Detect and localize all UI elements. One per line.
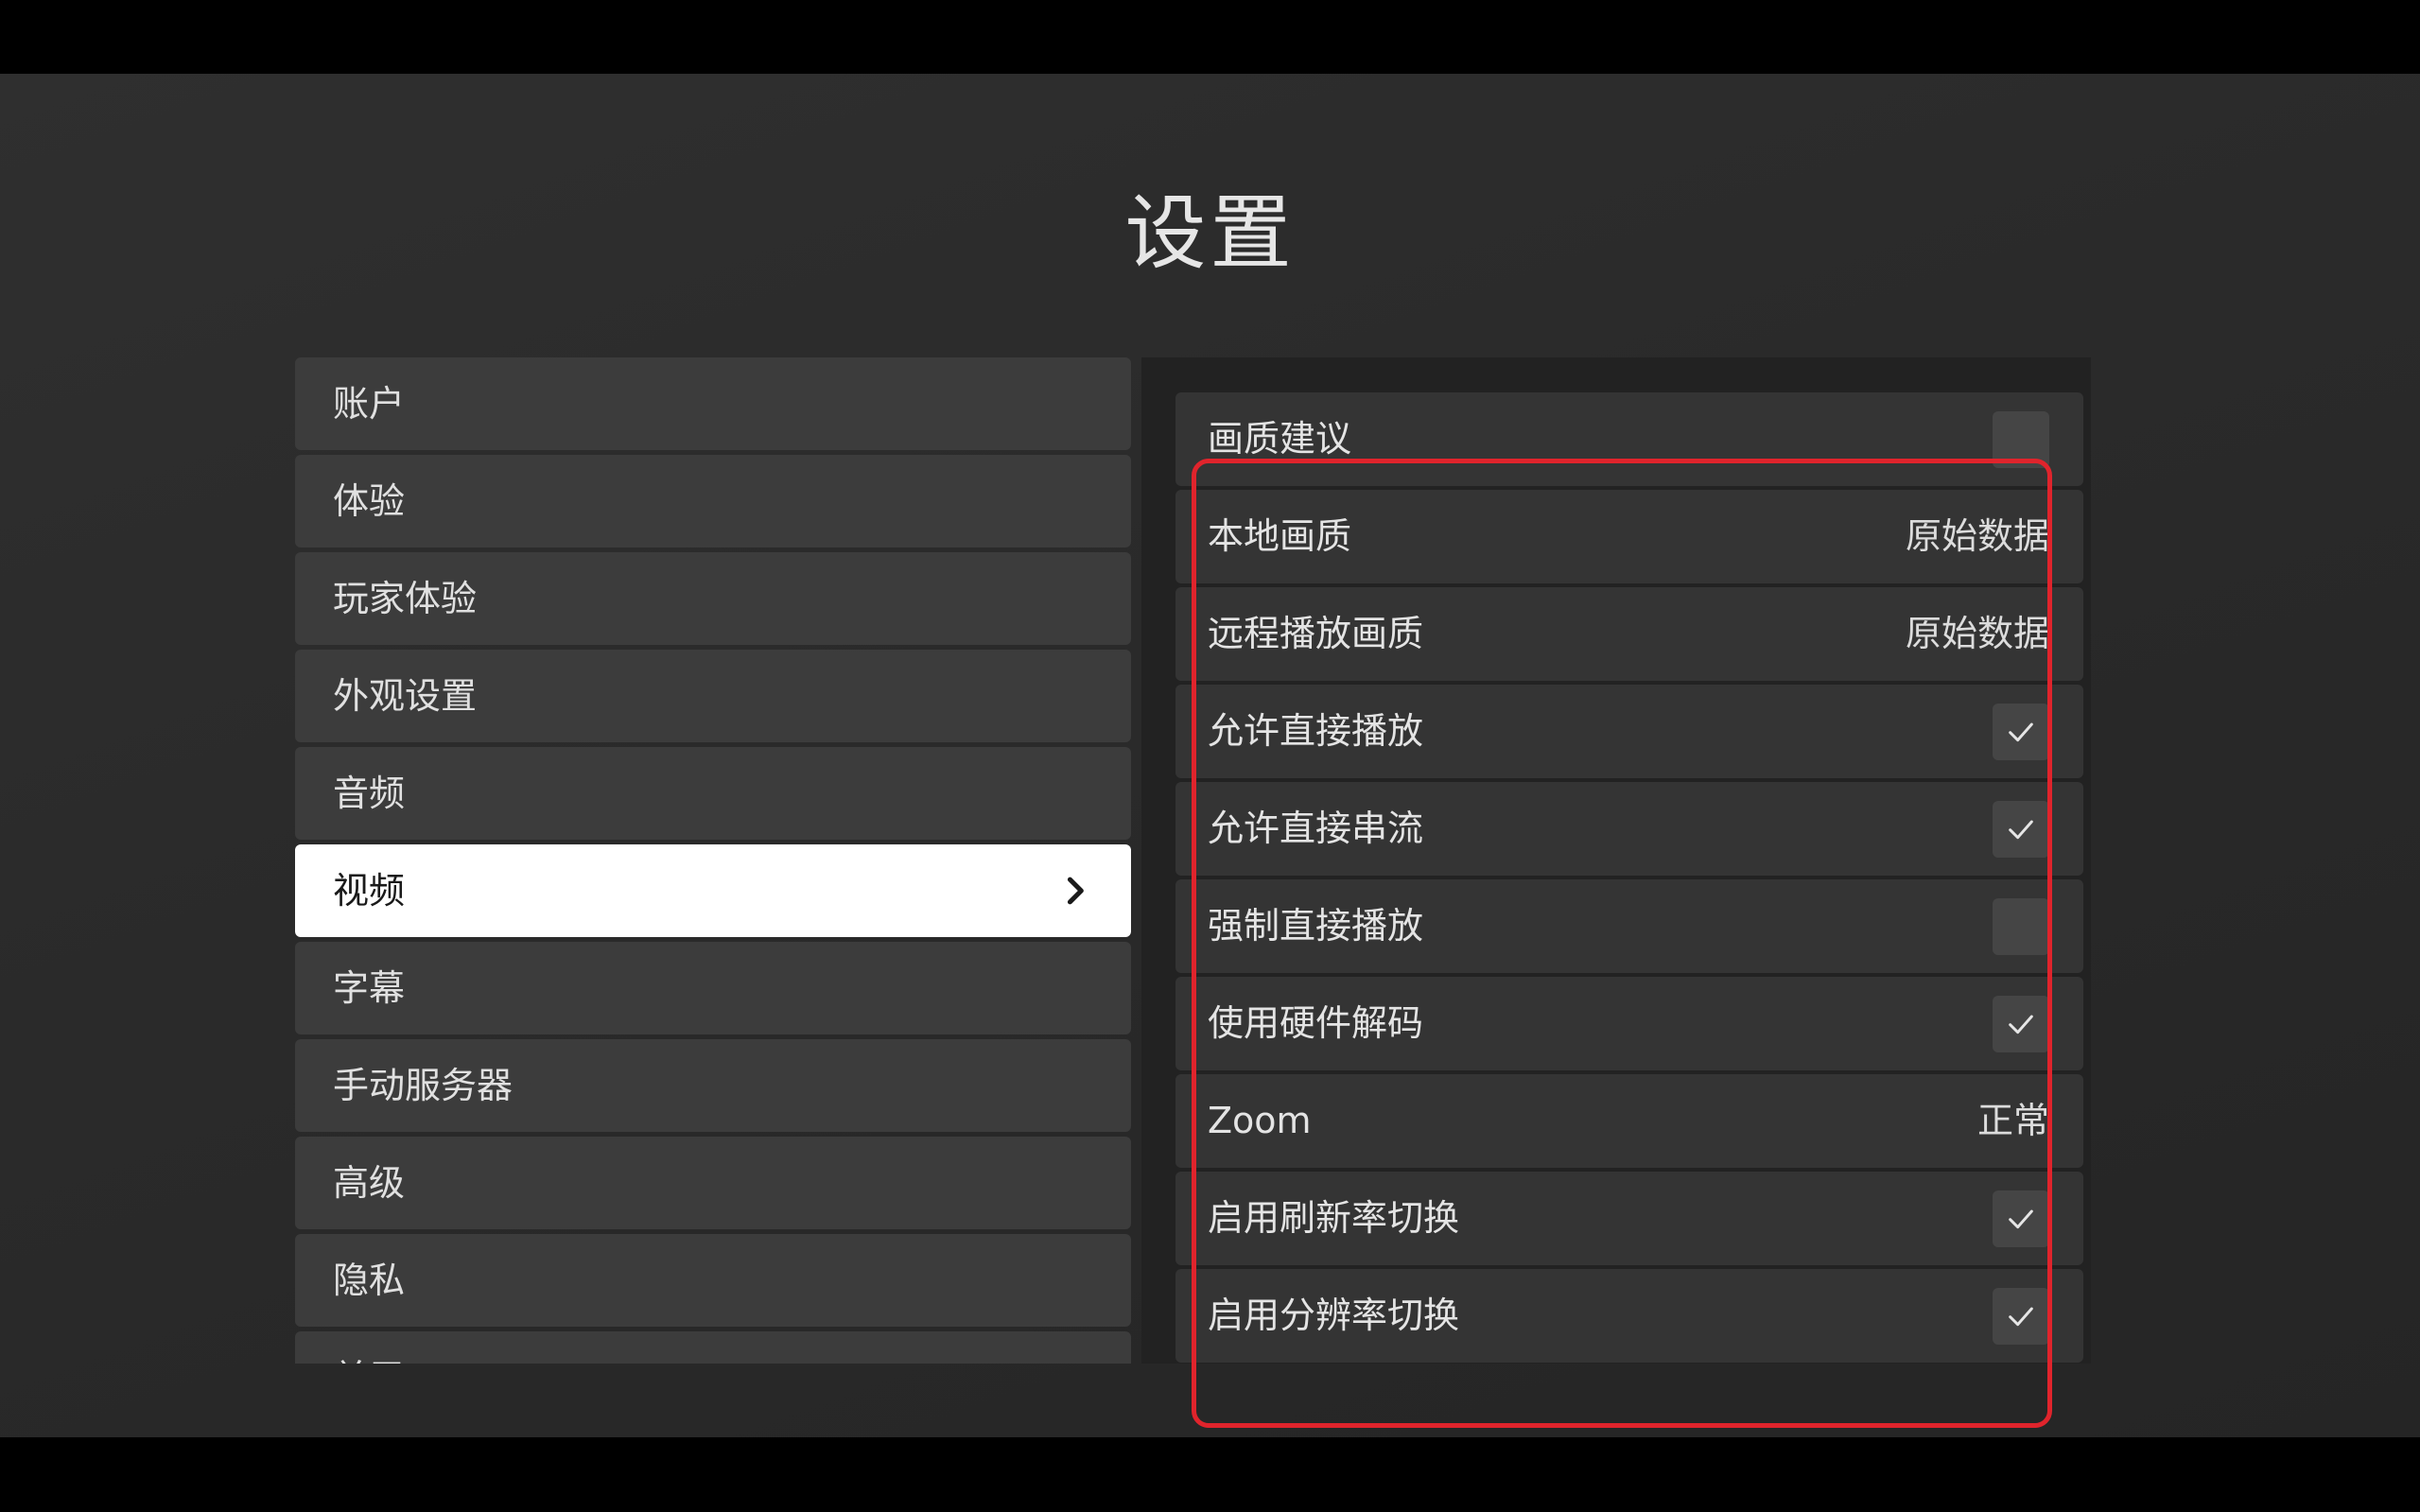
page-title: 设置 <box>1124 186 1296 281</box>
remote-quality-value: 原始数据 <box>1905 613 2049 654</box>
zoom-value: 正常 <box>1976 1100 2049 1141</box>
allow-direct-stream-checkbox[interactable] <box>1993 801 2049 858</box>
sidebar-item-subtitles[interactable]: 字幕 <box>295 942 1131 1034</box>
setting-quality-suggestion[interactable]: 画质建议 <box>1175 392 2083 486</box>
setting-zoom[interactable]: Zoom 正常 <box>1175 1074 2083 1168</box>
sidebar-item-label: 音频 <box>333 773 406 814</box>
sidebar-item-label: 账户 <box>333 383 406 425</box>
setting-label: 启用分辨率切换 <box>1208 1295 1460 1336</box>
resolution-switching-checkbox[interactable] <box>1993 1288 2049 1345</box>
setting-resolution-switching[interactable]: 启用分辨率切换 <box>1175 1269 2083 1363</box>
setting-label: 画质建议 <box>1208 418 1352 460</box>
setting-label: 远程播放画质 <box>1208 613 1424 654</box>
sidebar-item-label: 高级 <box>333 1162 406 1204</box>
setting-remote-quality[interactable]: 远程播放画质 原始数据 <box>1175 587 2083 681</box>
setting-allow-direct-stream[interactable]: 允许直接串流 <box>1175 782 2083 876</box>
quality-suggestion-checkbox[interactable] <box>1993 411 2049 468</box>
sidebar-item-label: 关于 <box>333 1357 405 1364</box>
setting-hardware-decoding[interactable]: 使用硬件解码 <box>1175 977 2083 1070</box>
setting-label: 使用硬件解码 <box>1208 1002 1424 1044</box>
sidebar-item-about[interactable]: 关于 <box>295 1331 1131 1364</box>
setting-refresh-rate-switching[interactable]: 启用刷新率切换 <box>1175 1172 2083 1265</box>
sidebar-item-label: 外观设置 <box>333 675 478 717</box>
sidebar-item-audio[interactable]: 音频 <box>295 747 1131 840</box>
setting-local-quality[interactable]: 本地画质 原始数据 <box>1175 490 2083 583</box>
setting-label: Zoom <box>1208 1100 1312 1141</box>
settings-category-list: 账户 体验 玩家体验 外观设置 音频 视频 字幕 手动服务器 高级 隐私 <box>295 357 1131 1364</box>
force-direct-play-checkbox[interactable] <box>1993 898 2049 955</box>
local-quality-value: 原始数据 <box>1905 515 2049 557</box>
sidebar-item-privacy[interactable]: 隐私 <box>295 1234 1131 1327</box>
sidebar-item-player-experience[interactable]: 玩家体验 <box>295 552 1131 645</box>
checkmark-icon <box>2009 1307 2033 1327</box>
sidebar-item-label: 视频 <box>333 870 406 912</box>
sidebar-item-label: 隐私 <box>333 1260 406 1301</box>
sidebar-item-video[interactable]: 视频 <box>295 844 1131 937</box>
setting-label: 强制直接播放 <box>1208 905 1424 947</box>
checkmark-icon <box>2009 722 2033 742</box>
video-settings-panel: 画质建议 本地画质 原始数据 远程播放画质 原始数据 允许直接播放 允许直接串流… <box>1141 357 2091 1364</box>
sidebar-item-manual-server[interactable]: 手动服务器 <box>295 1039 1131 1132</box>
sidebar-item-label: 玩家体验 <box>333 578 478 619</box>
sidebar-item-appearance[interactable]: 外观设置 <box>295 650 1131 742</box>
checkmark-icon <box>2009 1209 2033 1229</box>
settings-screen: 设置 账户 体验 玩家体验 外观设置 音频 视频 字幕 手动服务器 高级 隐私 … <box>0 74 2420 1437</box>
checkmark-icon <box>2009 820 2033 840</box>
sidebar-item-label: 手动服务器 <box>333 1065 514 1106</box>
setting-label: 允许直接串流 <box>1208 808 1424 849</box>
setting-label: 允许直接播放 <box>1208 710 1424 752</box>
checkmark-icon <box>2009 1015 2033 1034</box>
sidebar-item-label: 体验 <box>333 480 406 522</box>
sidebar-item-advanced[interactable]: 高级 <box>295 1137 1131 1229</box>
setting-allow-direct-play[interactable]: 允许直接播放 <box>1175 685 2083 778</box>
sidebar-item-experience[interactable]: 体验 <box>295 455 1131 547</box>
sidebar-item-account[interactable]: 账户 <box>295 357 1131 450</box>
sidebar-item-label: 字幕 <box>333 967 406 1009</box>
setting-label: 启用刷新率切换 <box>1208 1197 1460 1239</box>
setting-force-direct-play[interactable]: 强制直接播放 <box>1175 879 2083 973</box>
setting-label: 本地画质 <box>1208 515 1352 557</box>
hardware-decoding-checkbox[interactable] <box>1993 996 2049 1052</box>
refresh-rate-switching-checkbox[interactable] <box>1993 1190 2049 1247</box>
chevron-right-icon <box>1067 877 1084 905</box>
allow-direct-play-checkbox[interactable] <box>1993 704 2049 760</box>
